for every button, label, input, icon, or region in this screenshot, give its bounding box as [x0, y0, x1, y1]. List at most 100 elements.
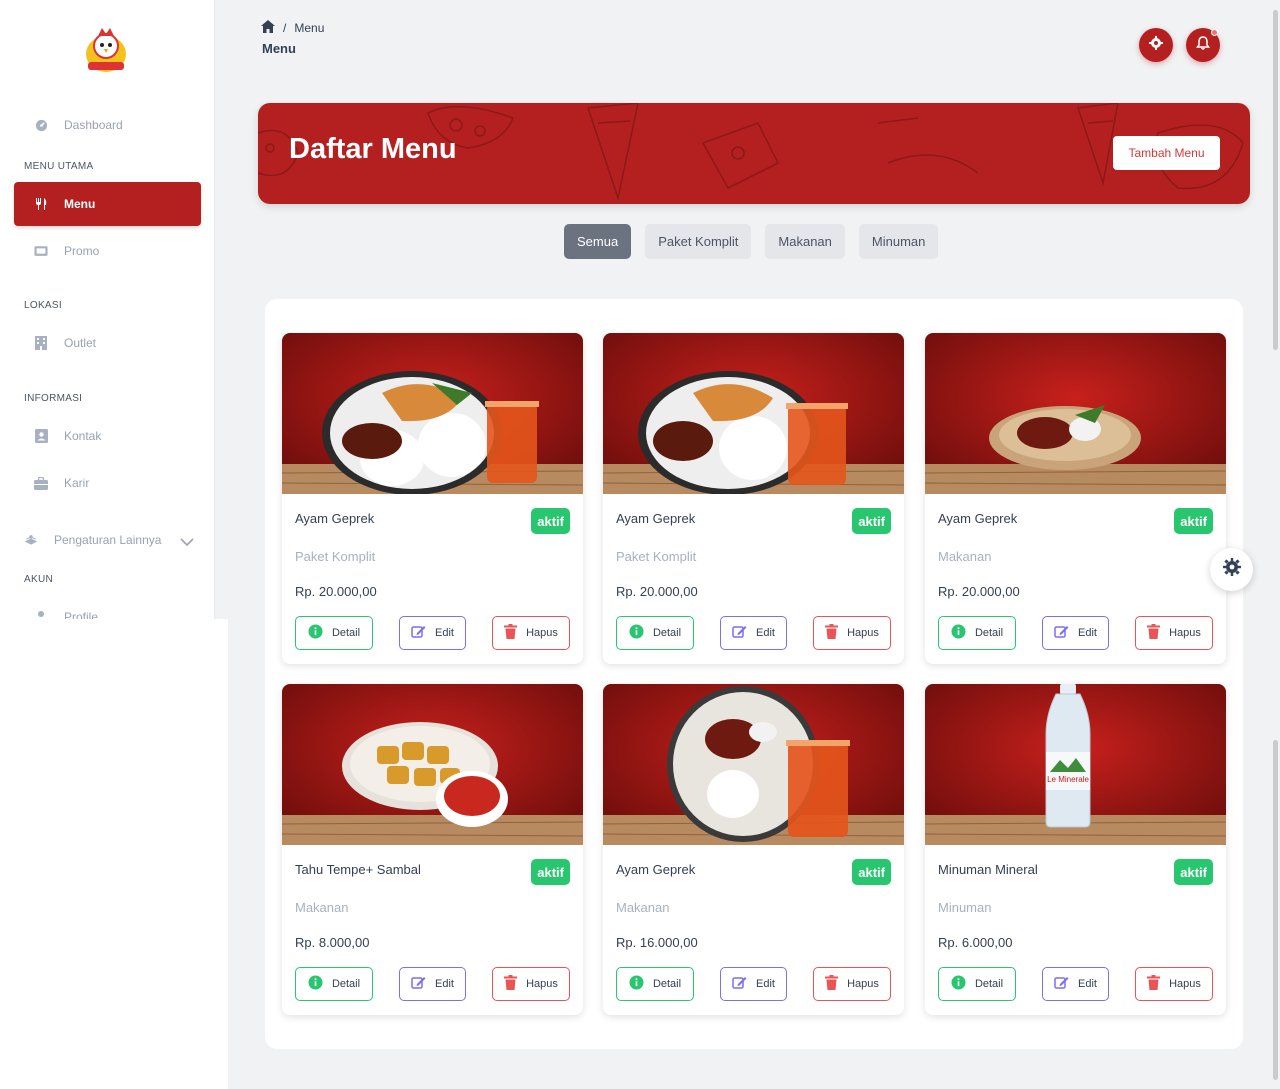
menu-category: Minuman: [938, 900, 992, 915]
hapus-label: Hapus: [1169, 627, 1201, 639]
edit-button[interactable]: Edit: [399, 616, 466, 650]
sidebar-item-pengaturan-lainnya[interactable]: Pengaturan Lainnya: [4, 518, 191, 562]
detail-label: Detail: [331, 627, 361, 639]
menu-name: Ayam Geprek: [616, 862, 696, 877]
sidebar-item-label: Kontak: [64, 429, 102, 443]
status-badge: aktif: [1174, 859, 1213, 885]
ticket-icon: [34, 244, 48, 258]
section-lokasi: LOKASI: [24, 300, 62, 311]
edit-button[interactable]: Edit: [1042, 616, 1109, 650]
breadcrumb-current: Menu: [294, 21, 325, 35]
sidebar-footer-area: [0, 619, 228, 1089]
status-badge: aktif: [852, 859, 891, 885]
detail-button[interactable]: Detail: [616, 616, 694, 650]
chevron-down-icon[interactable]: [180, 534, 194, 552]
dashboard-icon: [34, 118, 48, 132]
detail-button[interactable]: Detail: [616, 967, 694, 1001]
mineral-water-bottle-photo: Le Minerale: [925, 684, 1226, 845]
section-menu-utama: MENU UTAMA: [24, 161, 94, 172]
sidebar-item-label: Pengaturan Lainnya: [54, 533, 162, 547]
notification-button[interactable]: [1186, 28, 1220, 62]
menu-card: Ayam Geprek aktif Makanan Rp. 20.000,00 …: [925, 333, 1226, 664]
sidebar-item-karir[interactable]: Karir: [14, 461, 201, 505]
menu-name: Ayam Geprek: [295, 511, 375, 526]
info-icon: [629, 975, 644, 993]
ayam-geprek-paket-photo: [603, 333, 904, 494]
sidebar-item-label: Menu: [64, 197, 96, 211]
detail-label: Detail: [974, 978, 1004, 990]
delete-button[interactable]: Hapus: [492, 967, 570, 1001]
menu-card: Tahu Tempe+ Sambal aktif Makanan Rp. 8.0…: [282, 684, 583, 1015]
edit-label: Edit: [756, 627, 775, 639]
building-icon: [34, 336, 48, 350]
delete-button[interactable]: Hapus: [1135, 616, 1213, 650]
menu-price: Rp. 20.000,00: [616, 584, 698, 599]
edit-icon: [411, 975, 426, 993]
detail-label: Detail: [652, 627, 682, 639]
floating-settings-button[interactable]: [1210, 548, 1253, 591]
menu-category: Paket Komplit: [295, 549, 376, 564]
ayam-geprek-tea-photo: [603, 684, 904, 845]
hapus-label: Hapus: [847, 627, 879, 639]
edit-button[interactable]: Edit: [1042, 967, 1109, 1001]
hapus-label: Hapus: [1169, 978, 1201, 990]
edit-button[interactable]: Edit: [399, 967, 466, 1001]
sidebar-item-label: Promo: [64, 244, 100, 258]
trash-icon: [825, 624, 839, 642]
home-icon[interactable]: [261, 20, 275, 36]
menu-name: Ayam Geprek: [616, 511, 696, 526]
sidebar-item-kontak[interactable]: Kontak: [14, 414, 201, 458]
brand-logo[interactable]: [78, 24, 134, 78]
scrollbar-thumb[interactable]: [1273, 10, 1278, 350]
menu-name: Tahu Tempe+ Sambal: [295, 862, 421, 877]
detail-button[interactable]: Detail: [295, 616, 373, 650]
notification-dot: [1211, 29, 1218, 36]
sidebar-item-promo[interactable]: Promo: [14, 229, 201, 273]
detail-button[interactable]: Detail: [938, 967, 1016, 1001]
edit-label: Edit: [756, 978, 775, 990]
delete-button[interactable]: Hapus: [1135, 967, 1213, 1001]
section-informasi: INFORMASI: [24, 393, 83, 404]
settings-button[interactable]: [1139, 28, 1173, 62]
detail-label: Detail: [331, 978, 361, 990]
hapus-label: Hapus: [526, 978, 558, 990]
add-menu-button[interactable]: Tambah Menu: [1113, 136, 1220, 170]
info-icon: [951, 975, 966, 993]
tab-paket-komplit[interactable]: Paket Komplit: [645, 224, 752, 259]
menu-price: Rp. 8.000,00: [295, 935, 370, 950]
menu-card: Ayam Geprek aktif Paket Komplit Rp. 20.0…: [603, 333, 904, 664]
edit-button[interactable]: Edit: [720, 967, 787, 1001]
tab-makanan[interactable]: Makanan: [765, 224, 845, 259]
edit-icon: [1054, 624, 1069, 642]
scrollbar-thumb-secondary[interactable]: [1273, 740, 1278, 1080]
sidebar-item-label: Dashboard: [64, 118, 123, 132]
detail-button[interactable]: Detail: [938, 616, 1016, 650]
sidebar-item-profile[interactable]: Profile: [14, 595, 201, 619]
edit-icon: [732, 975, 747, 993]
edit-button[interactable]: Edit: [720, 616, 787, 650]
sidebar: Dashboard MENU UTAMA Menu Promo LOKASI O…: [0, 0, 215, 619]
sidebar-item-label: Outlet: [64, 336, 97, 350]
page-title: Menu: [262, 41, 296, 56]
detail-button[interactable]: Detail: [295, 967, 373, 1001]
sidebar-item-menu[interactable]: Menu: [14, 182, 201, 226]
delete-button[interactable]: Hapus: [492, 616, 570, 650]
sidebar-item-dashboard[interactable]: Dashboard: [14, 103, 201, 147]
menu-category: Paket Komplit: [616, 549, 697, 564]
menu-category: Makanan: [616, 900, 670, 915]
sidebar-item-outlet[interactable]: Outlet: [14, 321, 201, 365]
trash-icon: [1147, 975, 1161, 993]
info-icon: [308, 624, 323, 642]
delete-button[interactable]: Hapus: [813, 967, 891, 1001]
delete-button[interactable]: Hapus: [813, 616, 891, 650]
menu-category: Makanan: [295, 900, 349, 915]
tab-minuman[interactable]: Minuman: [858, 224, 939, 259]
status-badge: aktif: [852, 508, 891, 534]
banner-title: Daftar Menu: [289, 133, 457, 165]
edit-label: Edit: [1078, 627, 1097, 639]
info-icon: [308, 975, 323, 993]
edit-label: Edit: [1078, 978, 1097, 990]
tab-semua[interactable]: Semua: [564, 224, 632, 259]
bottle-brand-text: Le Minerale: [1047, 775, 1089, 784]
trash-icon: [504, 624, 518, 642]
